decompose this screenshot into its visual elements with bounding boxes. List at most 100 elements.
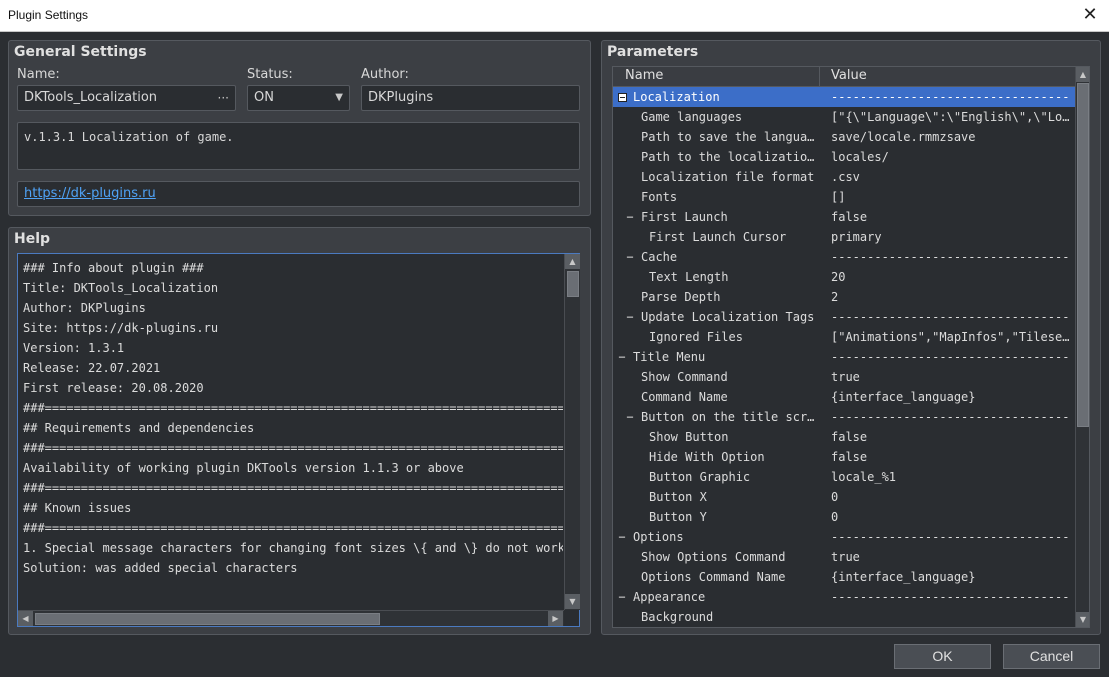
parameter-row[interactable]: Localization file format .csv	[613, 167, 1075, 187]
status-label: Status:	[247, 67, 293, 82]
parameter-row[interactable]: Command Name {interface_language}	[613, 387, 1075, 407]
author-label: Author:	[361, 67, 409, 82]
collapse-icon[interactable]: −	[616, 347, 628, 367]
plugin-url-link[interactable]: https://dk-plugins.ru	[24, 186, 156, 201]
parameter-row[interactable]: − Title Menu -----------------------------…	[613, 347, 1075, 367]
ok-button[interactable]: OK	[894, 644, 991, 669]
name-value: DKTools_Localization	[24, 90, 158, 105]
parameter-row[interactable]: Path to save the langua… save/locale.rmmz…	[613, 127, 1075, 147]
description-field[interactable]: v.1.3.1 Localization of game.	[17, 122, 580, 170]
help-title: Help	[14, 231, 51, 247]
parameter-row[interactable]: − Button on the title scr… ---------------…	[613, 407, 1075, 427]
parameter-value: {interface_language}	[831, 390, 976, 404]
author-value: DKPlugins	[368, 90, 434, 105]
column-divider[interactable]	[819, 67, 820, 87]
help-line: Release: 22.07.2021	[23, 361, 161, 375]
more-dots-icon[interactable]: ···	[218, 86, 229, 110]
help-line: ###=====================================…	[23, 521, 563, 535]
scroll-right-icon[interactable]: ▶	[548, 611, 563, 626]
help-line: First release: 20.08.2020	[23, 381, 204, 395]
parameter-name: Text Length	[649, 270, 729, 284]
collapse-icon[interactable]: −	[624, 247, 636, 267]
parameter-value: locale_%1	[831, 470, 897, 484]
parameters-scrollbar[interactable]: ▲ ▼	[1075, 67, 1089, 627]
parameter-value: {interface_language}	[831, 570, 976, 584]
parameter-value: .csv	[831, 170, 860, 184]
parameter-row[interactable]: Ignored Files ["Animations","MapInfos","T…	[613, 327, 1075, 347]
parameter-value: ["Animations","MapInfos","Tilese…	[831, 330, 1070, 344]
cancel-button[interactable]: Cancel	[1003, 644, 1100, 669]
parameter-row[interactable]: Show Button false	[613, 427, 1075, 447]
parameter-row[interactable]: Options Command Name {interface_language}	[613, 567, 1075, 587]
parameter-row[interactable]: Parse Depth 2	[613, 287, 1075, 307]
parameter-row[interactable]: Game languages ["{\"Language\":\"English\…	[613, 107, 1075, 127]
collapse-icon[interactable]: −	[624, 307, 636, 327]
status-value: ON	[254, 90, 274, 105]
parameter-row[interactable]: Text Length 20	[613, 267, 1075, 287]
collapse-icon[interactable]: −	[616, 587, 628, 607]
title-bar: Plugin Settings ✕	[0, 0, 1109, 32]
parameter-row[interactable]: Background	[613, 607, 1075, 627]
collapse-box-icon[interactable]	[616, 87, 628, 107]
parameter-value: 2	[831, 290, 839, 304]
collapse-icon[interactable]: −	[624, 407, 636, 427]
name-field[interactable]: DKTools_Localization ···	[17, 85, 236, 111]
parameter-name: Title Menu	[633, 350, 706, 364]
parameter-row[interactable]: Fonts []	[613, 187, 1075, 207]
scroll-down-icon[interactable]: ▼	[1076, 612, 1089, 627]
parameter-row[interactable]: Button Y 0	[613, 507, 1075, 527]
collapse-icon[interactable]: −	[616, 527, 628, 547]
parameters-tree[interactable]: Name Value Localization -----------------…	[612, 66, 1090, 628]
parameter-value: true	[831, 550, 860, 564]
scroll-up-icon[interactable]: ▲	[565, 254, 580, 269]
parameter-name: Show Options Command	[641, 550, 786, 564]
parameter-row[interactable]: Button X 0	[613, 487, 1075, 507]
parameter-name: Path to save the langua…	[641, 130, 815, 144]
parameter-row[interactable]: Show Command true	[613, 367, 1075, 387]
parameter-value: []	[831, 190, 846, 204]
parameter-row[interactable]: Hide With Option false	[613, 447, 1075, 467]
parameter-row[interactable]: − Appearance -----------------------------…	[613, 587, 1075, 607]
status-select[interactable]: ON ▼	[247, 85, 350, 111]
parameter-row[interactable]: Localization ----------------------------…	[613, 87, 1075, 107]
parameter-name: Button X	[649, 490, 707, 504]
parameters-title: Parameters	[607, 44, 699, 60]
parameter-name: Button Y	[649, 510, 707, 524]
collapse-icon[interactable]: −	[624, 207, 636, 227]
parameter-name: Fonts	[641, 190, 678, 204]
general-settings-title: General Settings	[14, 44, 147, 60]
parameter-value: 0	[831, 490, 839, 504]
parameter-name: Game languages	[641, 110, 743, 124]
url-field[interactable]: https://dk-plugins.ru	[17, 181, 580, 207]
help-text-area[interactable]: ### Info about plugin ### Title: DKTools_…	[17, 253, 580, 627]
parameter-row[interactable]: Button Graphic locale_%1	[613, 467, 1075, 487]
parameter-row[interactable]: Path to the localizatio… locales/	[613, 147, 1075, 167]
parameter-value: ["{\"Language\":\"English\",\"Lo…	[831, 110, 1070, 124]
help-scroll-thumb[interactable]	[567, 271, 579, 297]
help-horizontal-scrollbar[interactable]: ◀ ▶	[18, 610, 564, 626]
parameter-row[interactable]: − Options --------------------------------…	[613, 527, 1075, 547]
help-vertical-scrollbar[interactable]: ▲ ▼	[564, 254, 580, 610]
scroll-down-icon[interactable]: ▼	[565, 594, 580, 609]
parameter-value: false	[831, 430, 868, 444]
author-field[interactable]: DKPlugins	[361, 85, 580, 111]
parameter-row[interactable]: − First Launch false	[613, 207, 1075, 227]
parameter-name: Button Graphic	[649, 470, 751, 484]
parameter-row[interactable]: − Cache ----------------------------------…	[613, 247, 1075, 267]
parameter-row[interactable]: Show Options Command true	[613, 547, 1075, 567]
parameter-value: false	[831, 450, 868, 464]
column-header-name[interactable]: Name	[625, 68, 663, 83]
parameter-name: Options Command Name	[641, 570, 786, 584]
scroll-left-icon[interactable]: ◀	[18, 611, 33, 626]
parameter-row[interactable]: First Launch Cursor primary	[613, 227, 1075, 247]
scroll-up-icon[interactable]: ▲	[1076, 67, 1089, 82]
help-hscroll-thumb[interactable]	[35, 613, 380, 625]
parameter-name: Update Localization Tags	[641, 310, 815, 324]
parameter-value: ------------------------------------	[831, 530, 1071, 544]
close-icon[interactable]: ✕	[1079, 4, 1101, 26]
help-line: Version: 1.3.1	[23, 341, 125, 355]
parameters-scroll-thumb[interactable]	[1077, 83, 1089, 427]
parameter-row[interactable]: − Update Localization Tags ---------------…	[613, 307, 1075, 327]
column-header-value[interactable]: Value	[831, 68, 867, 83]
parameter-value: primary	[831, 230, 882, 244]
